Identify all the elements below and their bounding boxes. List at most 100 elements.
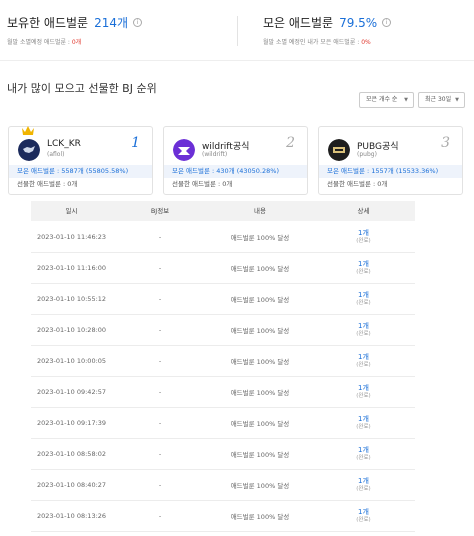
table-row: 2023-01-10 08:58:02 - 애드벌룬 100% 달성 1개 (완료) bbox=[31, 439, 415, 470]
period-select-value: 최근 30일 bbox=[425, 96, 452, 103]
summary-divider bbox=[237, 16, 238, 46]
collected-stat: 모은 애드벌룬 : 5587개 (55805.58%) bbox=[9, 165, 152, 178]
row-date: 2023-01-10 09:42:57 bbox=[37, 388, 107, 396]
history-table: 일시 BJ정보 내용 상세 2023-01-10 11:46:23 - 애드벌룬 1… bbox=[31, 201, 415, 532]
row-date: 2023-01-10 08:13:26 bbox=[37, 512, 107, 520]
gifted-stat: 선물한 애드벌룬 : 0개 bbox=[17, 180, 78, 188]
rank-number: 1 bbox=[131, 135, 140, 151]
detail-status: (완료) bbox=[356, 362, 371, 368]
rank-card[interactable]: wildrift공식 (wildrift) 2 모은 애드벌룬 : 430개 (… bbox=[163, 126, 308, 195]
chevron-down-icon: ▼ bbox=[455, 97, 459, 103]
row-detail: 1개 (완료) bbox=[312, 229, 415, 245]
row-detail: 1개 (완료) bbox=[312, 322, 415, 338]
table-row: 2023-01-10 08:13:26 - 애드벌룬 100% 달성 1개 (완료) bbox=[31, 501, 415, 532]
detail-status: (완료) bbox=[356, 486, 371, 492]
detail-status: (완료) bbox=[356, 331, 371, 337]
detail-status: (완료) bbox=[356, 455, 371, 461]
info-icon[interactable]: i bbox=[382, 18, 392, 27]
row-content: 애드벌룬 100% 달성 bbox=[230, 389, 290, 397]
sort-select-value: 모은 개수 순 bbox=[366, 96, 398, 103]
table-row: 2023-01-10 09:17:39 - 애드벌룬 100% 달성 1개 (완료) bbox=[31, 408, 415, 439]
row-bj-info: - bbox=[158, 450, 162, 458]
rank-number: 2 bbox=[286, 135, 295, 151]
table-row: 2023-01-10 09:42:57 - 애드벌룬 100% 달성 1개 (완료) bbox=[31, 377, 415, 408]
rank-card[interactable]: LCK_KR (aflol) 1 모은 애드벌룬 : 5587개 (55805.… bbox=[8, 126, 153, 195]
gifted-stat: 선물한 애드벌룬 : 0개 bbox=[327, 180, 388, 188]
detail-count-link[interactable]: 1개 bbox=[358, 322, 369, 330]
row-bj-info: - bbox=[158, 419, 162, 427]
bj-id: (aflol) bbox=[47, 151, 65, 158]
row-detail: 1개 (완료) bbox=[312, 384, 415, 400]
detail-count-link[interactable]: 1개 bbox=[358, 229, 369, 237]
row-detail: 1개 (완료) bbox=[312, 446, 415, 462]
collected-pct: 79.5% bbox=[339, 15, 378, 30]
row-content: 애드벌룬 100% 달성 bbox=[230, 482, 290, 490]
rank-number: 3 bbox=[441, 135, 450, 151]
detail-status: (완료) bbox=[356, 517, 371, 523]
row-date: 2023-01-10 11:16:00 bbox=[37, 264, 107, 272]
detail-count-link[interactable]: 1개 bbox=[358, 260, 369, 268]
table-row: 2023-01-10 11:46:23 - 애드벌룬 100% 달성 1개 (완료) bbox=[31, 221, 415, 253]
header-bj-info: BJ정보 bbox=[150, 207, 170, 215]
collected-stat: 모은 애드벌룬 : 1557개 (15533.36%) bbox=[319, 165, 462, 178]
row-bj-info: - bbox=[158, 388, 162, 396]
detail-status: (완료) bbox=[356, 300, 371, 306]
detail-count-link[interactable]: 1개 bbox=[358, 291, 369, 299]
table-row: 2023-01-10 10:28:00 - 애드벌룬 100% 달성 1개 (완료) bbox=[31, 315, 415, 346]
row-detail: 1개 (완료) bbox=[312, 260, 415, 276]
row-bj-info: - bbox=[158, 232, 162, 241]
row-date: 2023-01-10 08:40:27 bbox=[37, 481, 107, 489]
detail-count-link[interactable]: 1개 bbox=[358, 353, 369, 361]
detail-count-link[interactable]: 1개 bbox=[358, 415, 369, 423]
collected-label: 모은 애드벌룬 bbox=[263, 16, 334, 30]
avatar[interactable] bbox=[328, 139, 350, 161]
bj-id: (wildrift) bbox=[202, 151, 228, 158]
avatar[interactable] bbox=[173, 139, 195, 161]
table-row: 2023-01-10 11:16:00 - 애드벌룬 100% 달성 1개 (완료) bbox=[31, 253, 415, 284]
detail-status: (완료) bbox=[356, 237, 371, 244]
detail-status: (완료) bbox=[356, 393, 371, 399]
gifted-stat: 선물한 애드벌룬 : 0개 bbox=[172, 180, 233, 188]
row-content: 애드벌룬 100% 달성 bbox=[230, 420, 290, 428]
table-header: 일시 BJ정보 내용 상세 bbox=[31, 201, 415, 221]
detail-count-link[interactable]: 1개 bbox=[358, 384, 369, 392]
row-content: 애드벌룬 100% 달성 bbox=[230, 233, 290, 242]
row-content: 애드벌룬 100% 달성 bbox=[230, 358, 290, 366]
chevron-down-icon: ▼ bbox=[404, 97, 408, 103]
row-date: 2023-01-10 11:46:23 bbox=[37, 232, 107, 241]
detail-count-link[interactable]: 1개 bbox=[358, 477, 369, 485]
row-date: 2023-01-10 10:28:00 bbox=[37, 326, 107, 334]
table-row: 2023-01-10 10:55:12 - 애드벌룬 100% 달성 1개 (완료) bbox=[31, 284, 415, 315]
header-detail: 상세 bbox=[357, 207, 370, 215]
detail-status: (완료) bbox=[356, 424, 371, 430]
period-select[interactable]: 최근 30일 ▼ bbox=[418, 92, 465, 108]
row-content: 애드벌룬 100% 달성 bbox=[230, 265, 290, 273]
row-bj-info: - bbox=[158, 512, 162, 520]
section-title: 내가 많이 모으고 선물한 BJ 순위 bbox=[7, 82, 157, 95]
detail-count-link[interactable]: 1개 bbox=[358, 508, 369, 516]
detail-count-link[interactable]: 1개 bbox=[358, 446, 369, 454]
row-date: 2023-01-10 10:55:12 bbox=[37, 295, 107, 303]
avatar[interactable] bbox=[18, 139, 40, 161]
row-date: 2023-01-10 09:17:39 bbox=[37, 419, 107, 427]
row-date: 2023-01-10 10:00:05 bbox=[37, 357, 107, 365]
row-content: 애드벌룬 100% 달성 bbox=[230, 327, 290, 335]
row-detail: 1개 (완료) bbox=[312, 291, 415, 307]
row-bj-info: - bbox=[158, 295, 162, 303]
sort-select[interactable]: 모은 개수 순 ▼ bbox=[359, 92, 414, 108]
row-bj-info: - bbox=[158, 357, 162, 365]
row-content: 애드벌룬 100% 달성 bbox=[230, 296, 290, 304]
header-divider bbox=[0, 60, 474, 61]
detail-status: (완료) bbox=[356, 269, 371, 275]
rank-card[interactable]: PUBG공식 (pubg) 3 모은 애드벌룬 : 1557개 (15533.3… bbox=[318, 126, 463, 195]
table-row: 2023-01-10 08:40:27 - 애드벌룬 100% 달성 1개 (완료) bbox=[31, 470, 415, 501]
row-detail: 1개 (완료) bbox=[312, 353, 415, 369]
table-row: 2023-01-10 10:00:05 - 애드벌룬 100% 달성 1개 (완료) bbox=[31, 346, 415, 377]
collected-expire-note: 월말 소멸 예정인 내가 모은 애드벌룬 : 0% bbox=[263, 37, 474, 46]
row-content: 애드벌룬 100% 달성 bbox=[230, 451, 290, 459]
crown-icon bbox=[22, 126, 34, 135]
row-bj-info: - bbox=[158, 481, 162, 489]
collected-expire-value: 0% bbox=[361, 39, 371, 46]
bj-id: (pubg) bbox=[357, 151, 377, 158]
bj-name[interactable]: LCK_KR bbox=[47, 139, 81, 149]
